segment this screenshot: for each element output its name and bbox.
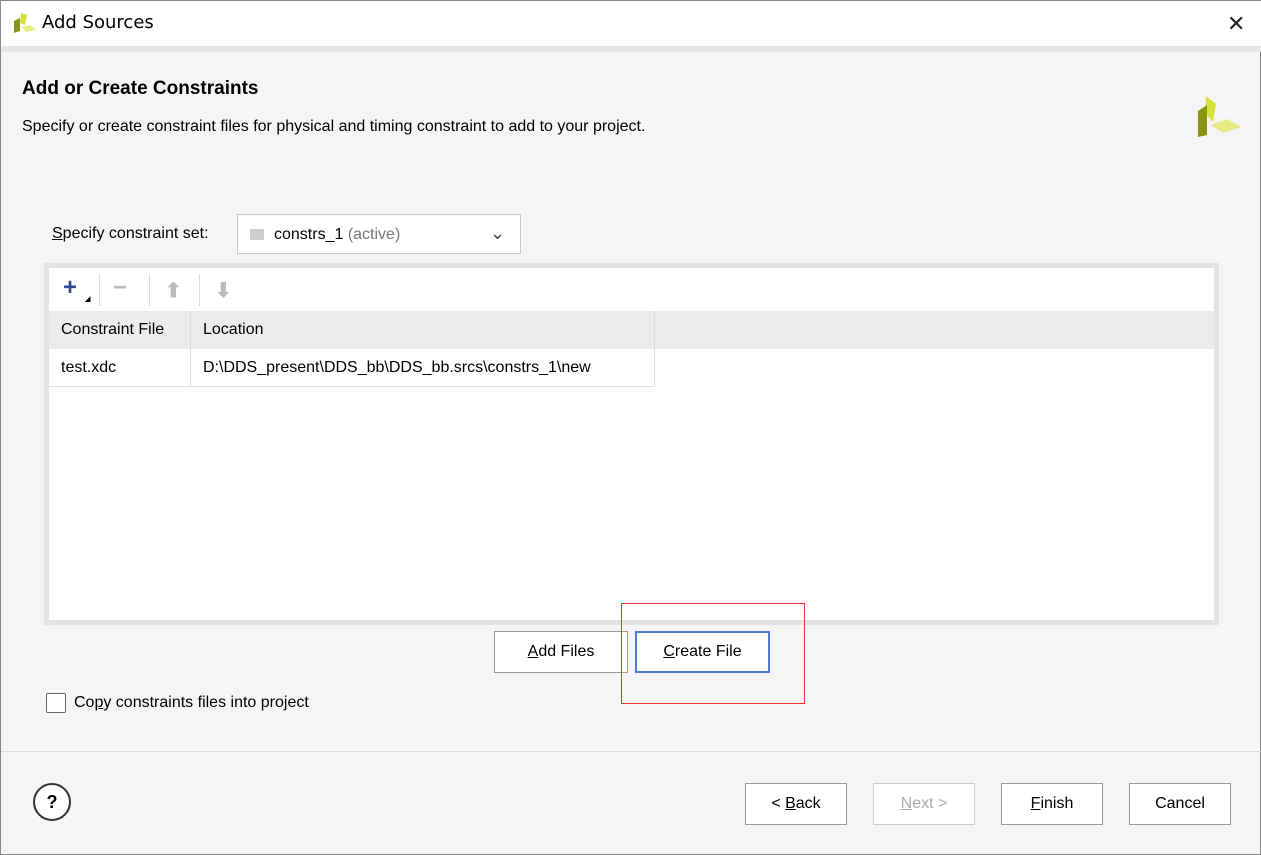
folder-icon: [250, 229, 264, 240]
footer-divider: [1, 751, 1261, 752]
table-row[interactable]: test.xdc D:\DDS_present\DDS_bb\DDS_bb.sr…: [49, 349, 655, 387]
header-divider: [1, 46, 1261, 52]
highlight-box: [621, 603, 805, 704]
copy-constraints-checkbox[interactable]: [46, 693, 66, 713]
constraint-set-value: constrs_1: [274, 226, 344, 243]
app-logo-icon: [14, 13, 36, 33]
cell-location: D:\DDS_present\DDS_bb\DDS_bb.srcs\constr…: [191, 349, 655, 387]
arrow-down-icon[interactable]: ⬇: [215, 278, 232, 303]
cell-file: test.xdc: [49, 349, 191, 387]
back-button[interactable]: < Back: [745, 783, 847, 825]
add-files-button[interactable]: Add Files: [494, 631, 628, 673]
toolbar-divider: [199, 274, 200, 306]
finish-button[interactable]: Finish: [1001, 783, 1103, 825]
table-toolbar: + ◢ − ⬆ ⬇: [49, 268, 1214, 311]
constraint-set-status: (active): [347, 226, 401, 243]
constraint-files-panel: + ◢ − ⬆ ⬇ Constraint File Location test.…: [44, 263, 1219, 625]
column-header-location[interactable]: Location: [191, 311, 655, 349]
close-icon[interactable]: ✕: [1227, 11, 1245, 37]
constraint-set-label: Specify constraint set:: [52, 225, 209, 242]
toolbar-divider: [99, 274, 100, 306]
table-header: Constraint File Location: [49, 311, 1214, 349]
chevron-down-icon: ⌄: [490, 223, 506, 243]
toolbar-divider: [149, 274, 150, 306]
next-button[interactable]: Next >: [873, 783, 975, 825]
xilinx-logo-icon: [1198, 96, 1241, 137]
constraint-set-dropdown[interactable]: constrs_1 (active) ⌄: [237, 214, 521, 254]
cancel-button[interactable]: Cancel: [1129, 783, 1231, 825]
page-subtitle: Specify or create constraint files for p…: [22, 118, 646, 135]
help-button[interactable]: ?: [33, 783, 71, 821]
window-title: Add Sources: [42, 12, 154, 33]
title-bar: Add Sources ✕: [1, 1, 1261, 46]
plus-icon[interactable]: +: [63, 274, 77, 302]
copy-constraints-label[interactable]: Copy constraints files into project: [74, 694, 309, 712]
dropdown-corner-icon: ◢: [85, 296, 91, 303]
page-title: Add or Create Constraints: [22, 78, 259, 99]
arrow-up-icon[interactable]: ⬆: [165, 278, 182, 303]
minus-icon[interactable]: −: [113, 274, 127, 302]
column-header-constraint-file[interactable]: Constraint File: [49, 311, 191, 349]
